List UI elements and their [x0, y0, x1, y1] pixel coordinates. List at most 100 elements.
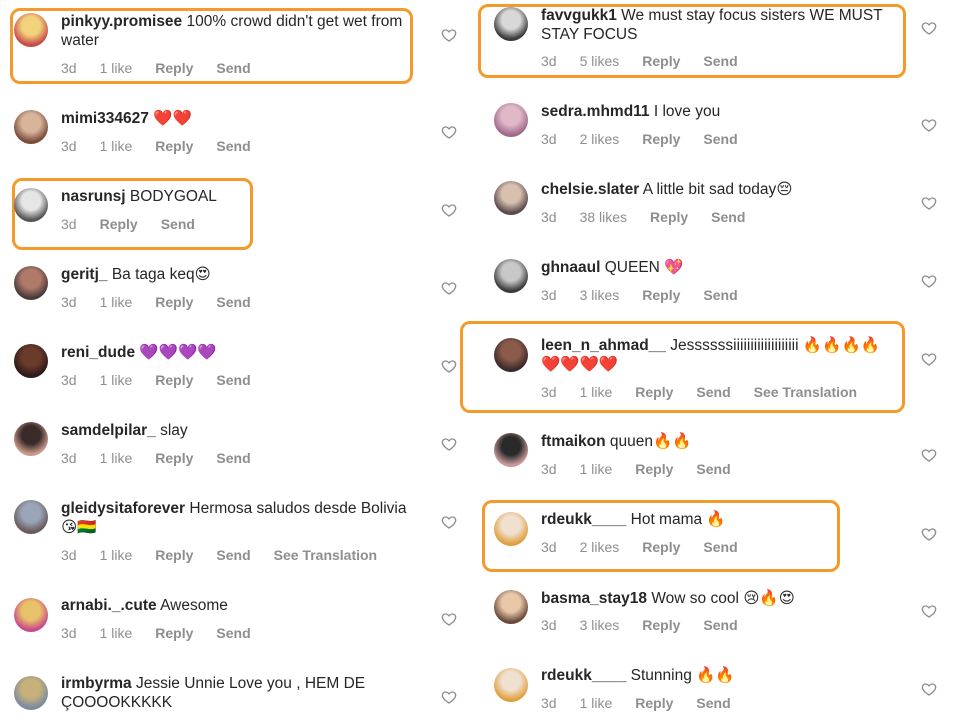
like-heart-icon[interactable]: [441, 436, 457, 452]
comment-username[interactable]: mimi334627: [61, 110, 149, 127]
like-heart-icon[interactable]: [441, 202, 457, 218]
avatar[interactable]: [14, 676, 48, 710]
likes-count[interactable]: 5 likes: [580, 53, 620, 69]
like-heart-icon[interactable]: [441, 689, 457, 705]
likes-count[interactable]: 1 like: [580, 461, 613, 477]
reply-button[interactable]: Reply: [155, 60, 193, 76]
likes-count[interactable]: 1 like: [100, 547, 133, 563]
send-button[interactable]: Send: [216, 294, 250, 310]
reply-button[interactable]: Reply: [155, 625, 193, 641]
reply-button[interactable]: Reply: [635, 384, 673, 400]
avatar[interactable]: [494, 433, 528, 467]
avatar[interactable]: [14, 500, 48, 534]
comment-username[interactable]: samdelpilar_: [61, 422, 156, 439]
likes-count[interactable]: 2 likes: [580, 539, 620, 555]
send-button[interactable]: Send: [216, 372, 250, 388]
comment-username[interactable]: arnabi._.cute: [61, 597, 157, 614]
avatar[interactable]: [494, 338, 528, 372]
reply-button[interactable]: Reply: [635, 695, 673, 711]
send-button[interactable]: Send: [696, 384, 730, 400]
comment-username[interactable]: nasrunsj: [61, 188, 126, 205]
likes-count[interactable]: 1 like: [100, 138, 133, 154]
reply-button[interactable]: Reply: [642, 539, 680, 555]
send-button[interactable]: Send: [703, 617, 737, 633]
reply-button[interactable]: Reply: [155, 294, 193, 310]
like-heart-icon[interactable]: [921, 20, 937, 36]
comment-username[interactable]: ftmaikon: [541, 433, 606, 450]
likes-count[interactable]: 1 like: [100, 450, 133, 466]
comment-username[interactable]: pinkyy.promisee: [61, 13, 182, 30]
reply-button[interactable]: Reply: [155, 138, 193, 154]
likes-count[interactable]: 1 like: [100, 625, 133, 641]
avatar[interactable]: [14, 188, 48, 222]
likes-count[interactable]: 1 like: [100, 294, 133, 310]
reply-button[interactable]: Reply: [642, 53, 680, 69]
avatar[interactable]: [14, 422, 48, 456]
comment-username[interactable]: leen_n_ahmad__: [541, 337, 666, 354]
like-heart-icon[interactable]: [441, 280, 457, 296]
comment-username[interactable]: favvgukk1: [541, 7, 617, 24]
likes-count[interactable]: 3 likes: [580, 617, 620, 633]
comment-username[interactable]: reni_dude: [61, 344, 135, 361]
reply-button[interactable]: Reply: [650, 209, 688, 225]
avatar[interactable]: [494, 181, 528, 215]
send-button[interactable]: Send: [216, 450, 250, 466]
see-translation-button[interactable]: See Translation: [754, 384, 857, 400]
avatar[interactable]: [14, 110, 48, 144]
likes-count[interactable]: 2 likes: [580, 131, 620, 147]
send-button[interactable]: Send: [216, 625, 250, 641]
likes-count[interactable]: 3 likes: [580, 287, 620, 303]
likes-count[interactable]: 1 like: [580, 384, 613, 400]
avatar[interactable]: [494, 259, 528, 293]
comment-username[interactable]: sedra.mhmd11: [541, 103, 650, 120]
send-button[interactable]: Send: [696, 695, 730, 711]
reply-button[interactable]: Reply: [155, 372, 193, 388]
comment-username[interactable]: chelsie.slater: [541, 181, 639, 198]
like-heart-icon[interactable]: [921, 195, 937, 211]
send-button[interactable]: Send: [703, 539, 737, 555]
send-button[interactable]: Send: [696, 461, 730, 477]
comment-username[interactable]: irmbyrma: [61, 675, 132, 692]
like-heart-icon[interactable]: [921, 526, 937, 542]
like-heart-icon[interactable]: [441, 611, 457, 627]
like-heart-icon[interactable]: [921, 351, 937, 367]
send-button[interactable]: Send: [703, 131, 737, 147]
comment-username[interactable]: rdeukk____: [541, 667, 626, 684]
reply-button[interactable]: Reply: [642, 287, 680, 303]
comment-username[interactable]: geritj_: [61, 266, 108, 283]
send-button[interactable]: Send: [216, 60, 250, 76]
like-heart-icon[interactable]: [441, 514, 457, 530]
reply-button[interactable]: Reply: [642, 131, 680, 147]
avatar[interactable]: [494, 7, 528, 41]
likes-count[interactable]: 38 likes: [580, 209, 627, 225]
like-heart-icon[interactable]: [441, 358, 457, 374]
avatar[interactable]: [14, 266, 48, 300]
send-button[interactable]: Send: [161, 216, 195, 232]
send-button[interactable]: Send: [703, 287, 737, 303]
send-button[interactable]: Send: [703, 53, 737, 69]
likes-count[interactable]: 1 like: [100, 60, 133, 76]
like-heart-icon[interactable]: [921, 447, 937, 463]
avatar[interactable]: [14, 13, 48, 47]
like-heart-icon[interactable]: [441, 27, 457, 43]
avatar[interactable]: [494, 668, 528, 702]
avatar[interactable]: [494, 590, 528, 624]
like-heart-icon[interactable]: [921, 603, 937, 619]
comment-username[interactable]: gleidysitaforever: [61, 500, 185, 517]
like-heart-icon[interactable]: [921, 681, 937, 697]
likes-count[interactable]: 1 like: [580, 695, 613, 711]
reply-button[interactable]: Reply: [635, 461, 673, 477]
send-button[interactable]: Send: [216, 138, 250, 154]
like-heart-icon[interactable]: [921, 273, 937, 289]
comment-username[interactable]: basma_stay18: [541, 590, 647, 607]
comment-username[interactable]: rdeukk____: [541, 511, 626, 528]
avatar[interactable]: [14, 344, 48, 378]
send-button[interactable]: Send: [216, 547, 250, 563]
avatar[interactable]: [494, 512, 528, 546]
avatar[interactable]: [494, 103, 528, 137]
likes-count[interactable]: 1 like: [100, 372, 133, 388]
see-translation-button[interactable]: See Translation: [274, 547, 377, 563]
reply-button[interactable]: Reply: [155, 450, 193, 466]
like-heart-icon[interactable]: [921, 117, 937, 133]
reply-button[interactable]: Reply: [155, 547, 193, 563]
